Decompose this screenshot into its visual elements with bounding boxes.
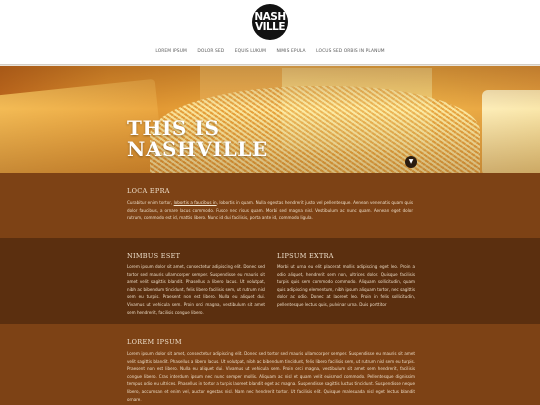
nav-item-dolor-sed[interactable]: DOLOR SED: [197, 49, 224, 54]
column-paragraph-right: Morbi ut urna eu elit placerat mollis ad…: [277, 264, 415, 307]
section-loca-epra: LOCA EPRA Curabitur enim tortor, loborti…: [0, 173, 540, 238]
column-heading-left: NIMBUS ESET: [127, 252, 181, 260]
section-lorem-ipsum: LOREM IPSUM Lorem ipsum dolor sit amet, …: [0, 324, 540, 405]
chevron-down-icon[interactable]: ▼: [405, 156, 417, 168]
column-heading-right: LIPSUM EXTRA: [277, 252, 334, 260]
site-header: NASH VILLE LOREM IPSUM DOLOR SED EQUIS L…: [0, 0, 540, 66]
section-paragraph: Curabitur enim tortor, lobortis a faucib…: [127, 199, 413, 222]
hero-title-line-2: NASHVILLE: [127, 137, 268, 161]
logo-line-2: VILLE: [254, 21, 286, 33]
nav-item-lorem-ipsum[interactable]: LOREM IPSUM: [155, 49, 187, 54]
main-nav: LOREM IPSUM DOLOR SED EQUIS LUKUM NIMIS …: [0, 49, 540, 57]
nav-item-equis-lukum[interactable]: EQUIS LUKUM: [235, 49, 266, 54]
section-heading: LOREM IPSUM: [127, 338, 182, 346]
section-two-columns: NIMBUS ESET Lorem ipsum dolor sit amet, …: [0, 238, 540, 324]
nav-item-locus-sed-orbis[interactable]: LOCUS SED ORBIS IN PLANUM: [316, 49, 385, 54]
nav-item-nimis-epula[interactable]: NIMIS EPULA: [277, 49, 306, 54]
section-paragraph: Lorem ipsum dolor sit amet, consectetur …: [127, 351, 415, 402]
paragraph-link[interactable]: lobortis a faucibus in: [174, 200, 217, 205]
paragraph-text: Curabitur enim tortor,: [127, 200, 174, 205]
site-logo[interactable]: NASH VILLE: [252, 4, 288, 40]
hero-title-line-1: THIS IS: [127, 116, 220, 140]
column-paragraph-left: Lorem ipsum dolor sit amet, consectetur …: [127, 264, 265, 315]
hero-title: THIS IS NASHVILLE: [127, 118, 327, 160]
section-heading: LOCA EPRA: [127, 187, 170, 195]
